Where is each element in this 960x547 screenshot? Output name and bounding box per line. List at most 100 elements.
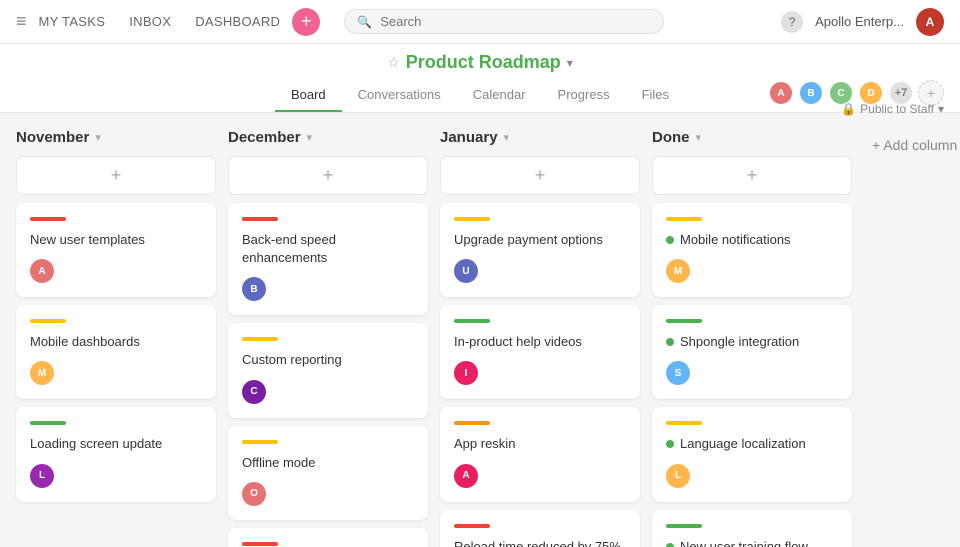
add-task-button[interactable]: + [292,8,320,36]
card[interactable]: Language localization L [652,407,852,501]
card-avatar: B [242,277,266,301]
column-caret-december[interactable]: ▾ [307,131,313,144]
card[interactable]: Loading screen update L [16,407,216,501]
column-header-done: Done ▾ [652,129,852,146]
card-avatar: A [30,259,54,283]
card-title: Mobile notifications [680,231,791,249]
card-avatar: O [242,482,266,506]
column-november: November ▾ +New user templatesAMobile da… [16,129,216,510]
done-card-title-row: New user training flow [666,538,838,547]
card[interactable]: New user templatesA [16,203,216,297]
card-avatar: U [454,259,478,283]
card[interactable]: Custom reportingC [228,323,428,417]
add-card-button-december[interactable]: + [228,156,428,195]
search-icon: 🔍 [357,15,372,29]
project-title-row: ☆ Product Roadmap ▾ [387,52,573,73]
card-avatar: M [30,361,54,385]
card-title: Custom reporting [242,351,414,369]
card-priority-bar [30,421,66,425]
card-avatar: S [666,361,690,385]
card[interactable]: User community launchU [228,528,428,547]
card-title: Mobile dashboards [30,333,202,351]
star-icon[interactable]: ☆ [387,54,400,71]
card-title: Offline mode [242,454,414,472]
column-caret-november[interactable]: ▾ [95,131,101,144]
card-title: Reload time reduced by 75% [454,538,626,547]
card-title: New user training flow [680,538,808,547]
status-dot [666,440,674,448]
card[interactable]: App reskinA [440,407,640,501]
card-priority-bar [454,319,490,323]
help-button[interactable]: ? [781,11,803,33]
board-area: November ▾ +New user templatesAMobile da… [0,113,960,547]
project-tabs: Board Conversations Calendar Progress Fi… [275,79,685,112]
privacy-caret-icon: ▾ [938,102,944,116]
column-title-january: January [440,129,498,146]
done-card-title-row: Language localization [666,435,838,453]
card-avatar: L [666,464,690,488]
tab-progress[interactable]: Progress [542,79,626,112]
column-title-december: December [228,129,301,146]
card[interactable]: Back-end speed enhancementsB [228,203,428,315]
column-done: Done ▾ + Mobile notifications M Shpongle … [652,129,852,547]
nav-dashboard[interactable]: DASHBOARD [195,14,280,29]
done-card-title-row: Shpongle integration [666,333,838,351]
search-bar[interactable]: 🔍 [344,9,664,34]
card[interactable]: New user training flowN [652,510,852,547]
add-card-button-november[interactable]: + [16,156,216,195]
card-priority-bar [666,421,702,425]
nav-my-tasks[interactable]: MY TASKS [39,14,106,29]
tab-calendar[interactable]: Calendar [457,79,542,112]
add-card-button-done[interactable]: + [652,156,852,195]
member-avatar-2: B [798,80,824,106]
done-card-title-row: Mobile notifications [666,231,838,249]
status-dot [666,338,674,346]
card[interactable]: In-product help videosI [440,305,640,399]
top-navigation: ≡ MY TASKS INBOX DASHBOARD + 🔍 ? Apollo … [0,0,960,44]
card[interactable]: Upgrade payment optionsU [440,203,640,297]
card-avatar: M [666,259,690,283]
card-priority-bar [454,524,490,528]
tab-board[interactable]: Board [275,79,342,112]
card-priority-bar [242,337,278,341]
card-priority-bar [454,421,490,425]
hamburger-icon[interactable]: ≡ [16,11,27,32]
project-caret-icon[interactable]: ▾ [567,56,573,70]
card[interactable]: Offline mode O [228,426,428,520]
column-january: January ▾ +Upgrade payment optionsUIn-pr… [440,129,640,547]
privacy-row[interactable]: 🔒 Public to Staff ▾ [841,102,944,116]
card[interactable]: Mobile dashboards M [16,305,216,399]
privacy-label: Public to Staff [860,102,934,116]
column-header-december: December ▾ [228,129,428,146]
user-avatar[interactable]: A [916,8,944,36]
card-title: App reskin [454,435,626,453]
tab-files[interactable]: Files [626,79,685,112]
card-title: In-product help videos [454,333,626,351]
tab-conversations[interactable]: Conversations [342,79,457,112]
nav-right-area: ? Apollo Enterp... A [781,8,944,36]
search-input[interactable] [380,14,651,29]
card-priority-bar [30,319,66,323]
member-avatar-1: A [768,80,794,106]
card-title: Loading screen update [30,435,202,453]
card[interactable]: Mobile notifications M [652,203,852,297]
add-card-button-january[interactable]: + [440,156,640,195]
card[interactable]: Reload time reduced by 75%R [440,510,640,547]
status-dot [666,543,674,547]
add-column-button[interactable]: + Add column [864,129,960,161]
column-title-done: Done [652,129,690,146]
nav-inbox[interactable]: INBOX [129,14,171,29]
card-priority-bar [666,319,702,323]
column-caret-done[interactable]: ▾ [696,131,702,144]
column-caret-january[interactable]: ▾ [504,131,510,144]
card-priority-bar [454,217,490,221]
company-name: Apollo Enterp... [815,14,904,29]
status-dot [666,236,674,244]
card-priority-bar [30,217,66,221]
lock-icon: 🔒 [841,102,856,116]
card-title: Language localization [680,435,806,453]
card-priority-bar [242,542,278,546]
card-priority-bar [242,440,278,444]
card[interactable]: Shpongle integration S [652,305,852,399]
card-avatar: L [30,464,54,488]
